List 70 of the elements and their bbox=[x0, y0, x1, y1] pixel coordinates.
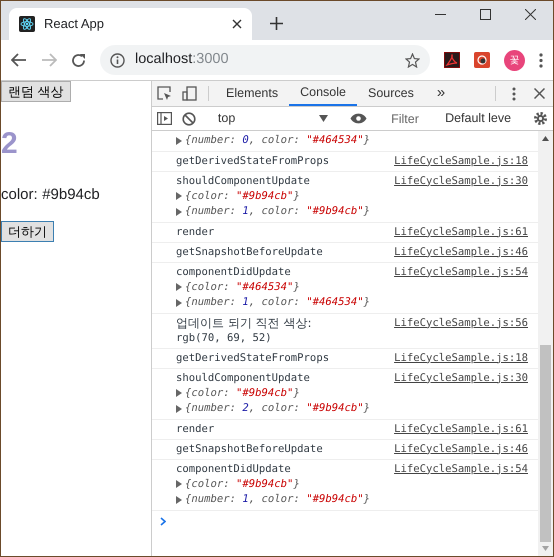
devtools-tab[interactable]: Elements bbox=[215, 81, 290, 106]
dropdown-caret-icon[interactable] bbox=[319, 115, 328, 122]
log-message: getDerivedStateFromProps bbox=[176, 350, 330, 366]
log-message: getSnapshotBeforeUpdate bbox=[176, 244, 323, 260]
log-message: 업데이트 되기 직전 색상: bbox=[176, 316, 312, 330]
random-color-button[interactable]: 랜덤 색상 bbox=[1, 81, 71, 102]
close-icon[interactable] bbox=[534, 88, 545, 99]
more-tabs-button[interactable]: » bbox=[424, 81, 458, 106]
source-link[interactable]: LifeCycleSample.js:30 bbox=[394, 174, 528, 188]
object-preview: {number: 0, color: "#464534"} bbox=[185, 133, 370, 148]
log-message: shouldComponentUpdate bbox=[176, 174, 310, 188]
scrollbar-thumb[interactable] bbox=[540, 345, 551, 542]
devtools-tab[interactable]: Sources bbox=[356, 81, 425, 106]
devtools-tab[interactable]: Console bbox=[289, 81, 357, 106]
profile-avatar[interactable]: 꽃 bbox=[504, 50, 525, 70]
source-link[interactable]: LifeCycleSample.js:18 bbox=[394, 350, 528, 366]
source-link[interactable]: LifeCycleSample.js:61 bbox=[394, 224, 528, 240]
prompt-chevron-icon[interactable] bbox=[160, 517, 166, 526]
new-tab-icon[interactable] bbox=[270, 17, 283, 30]
log-levels-dropdown[interactable]: Default leve bbox=[441, 109, 516, 128]
info-icon[interactable] bbox=[110, 52, 125, 68]
log-message: getSnapshotBeforeUpdate bbox=[176, 442, 323, 456]
star-icon[interactable] bbox=[405, 52, 420, 68]
eye-icon[interactable] bbox=[350, 113, 368, 124]
reload-icon[interactable] bbox=[71, 52, 86, 68]
object-preview: {color: "#9b94cb"} bbox=[185, 188, 300, 204]
device-toolbar-icon[interactable] bbox=[182, 86, 197, 101]
menu-icon[interactable] bbox=[539, 52, 543, 68]
source-link[interactable]: LifeCycleSample.js:46 bbox=[394, 442, 528, 456]
object-preview: {number: 1, color: "#9b94cb"} bbox=[185, 204, 370, 219]
source-link[interactable]: LifeCycleSample.js:54 bbox=[394, 462, 528, 476]
add-button[interactable]: 더하기 bbox=[1, 220, 54, 242]
log-message: componentDidUpdate bbox=[176, 264, 291, 280]
back-icon[interactable] bbox=[11, 53, 27, 67]
pdf-extension-icon[interactable] bbox=[444, 52, 460, 68]
object-preview: {color: "#464534"} bbox=[185, 280, 300, 294]
context-label: top bbox=[218, 110, 236, 128]
number-heading: 2 bbox=[1, 129, 19, 159]
object-preview: {number: 1, color: "#464534"} bbox=[185, 295, 370, 310]
more-options-icon[interactable] bbox=[512, 86, 516, 100]
sidebar-icon[interactable] bbox=[157, 112, 172, 125]
maximize-icon[interactable] bbox=[480, 9, 491, 20]
inspect-icon[interactable] bbox=[157, 86, 172, 101]
log-message: componentDidUpdate bbox=[176, 462, 291, 476]
source-link[interactable]: LifeCycleSample.js:18 bbox=[394, 154, 528, 168]
expand-triangle-icon[interactable] bbox=[176, 136, 182, 145]
source-link[interactable]: LifeCycleSample.js:61 bbox=[394, 422, 528, 436]
log-message: render bbox=[176, 422, 214, 436]
object-preview: {color: "#9b94cb"} bbox=[185, 386, 300, 400]
source-link[interactable]: LifeCycleSample.js:56 bbox=[394, 316, 528, 330]
log-message: shouldComponentUpdate bbox=[176, 370, 310, 386]
object-preview: {number: 2, color: "#9b94cb"} bbox=[185, 401, 370, 416]
source-link[interactable]: LifeCycleSample.js:46 bbox=[394, 244, 528, 260]
react-logo-icon bbox=[19, 16, 35, 32]
settings-icon[interactable] bbox=[533, 111, 548, 126]
address-bar[interactable]: localhost:3000 bbox=[100, 45, 430, 75]
scroll-up-icon[interactable] bbox=[542, 136, 549, 141]
log-message: getDerivedStateFromProps bbox=[176, 154, 330, 168]
close-icon[interactable] bbox=[525, 9, 536, 20]
close-icon[interactable] bbox=[232, 19, 242, 29]
extension-icon[interactable] bbox=[474, 52, 490, 68]
source-link[interactable]: LifeCycleSample.js:54 bbox=[394, 264, 528, 280]
log-message: rgb(70, 69, 52) bbox=[176, 330, 272, 346]
object-preview: {number: 1, color: "#9b94cb"} bbox=[185, 492, 370, 507]
object-preview: {color: "#9b94cb"} bbox=[185, 476, 300, 492]
clear-console-icon[interactable] bbox=[182, 112, 196, 126]
log-message: render bbox=[176, 224, 214, 240]
context-select[interactable]: top bbox=[214, 109, 332, 128]
source-link[interactable]: LifeCycleSample.js:30 bbox=[394, 370, 528, 386]
color-label: color: #9b94cb bbox=[1, 185, 101, 205]
